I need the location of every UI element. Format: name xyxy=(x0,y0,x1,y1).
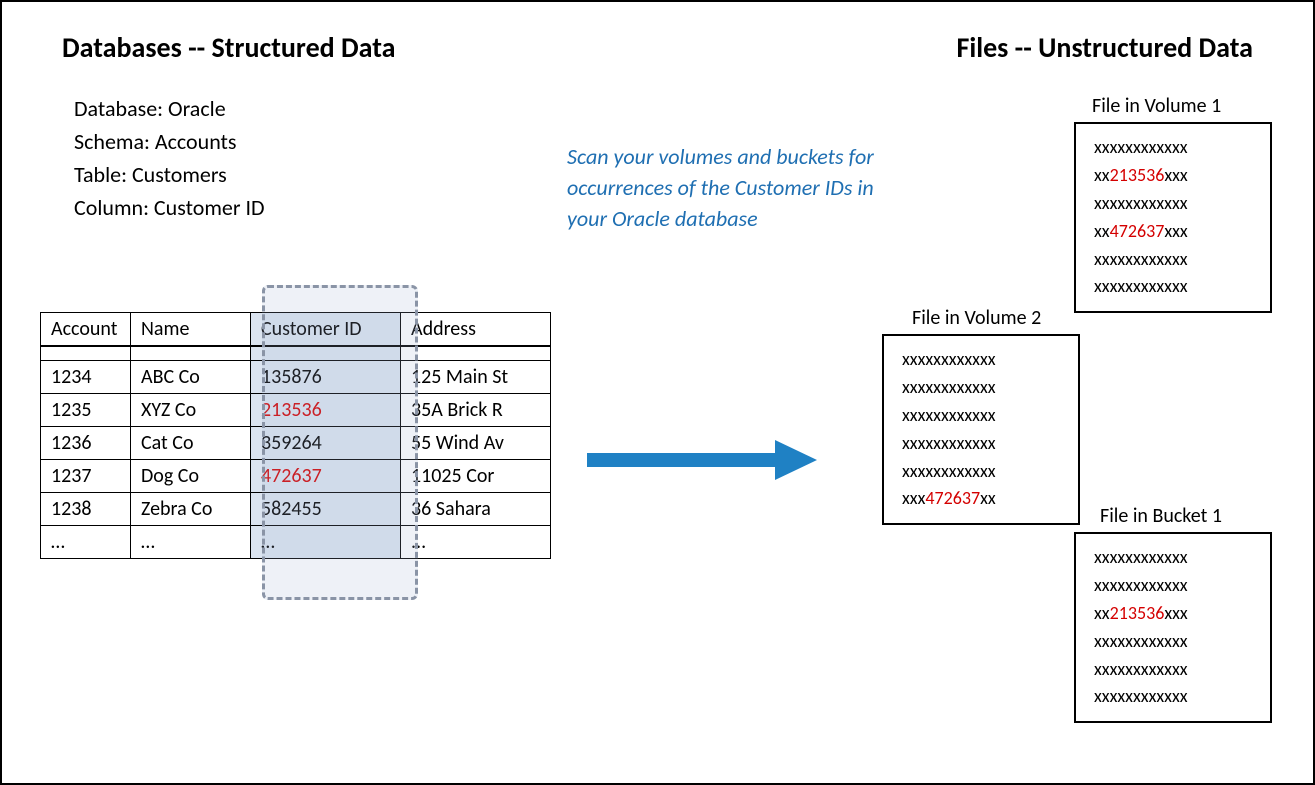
file-text: xx xyxy=(1094,164,1110,186)
file-text: xxxxxxxxxxxx xyxy=(1094,630,1188,652)
cell-customer-id: 135876 xyxy=(251,360,401,393)
file-line: xx213536xxx xyxy=(1094,162,1252,190)
file-text: xxx xyxy=(902,487,925,509)
heading-databases: Databases -- Structured Data xyxy=(62,30,395,65)
table-row: 1238 Zebra Co 582455 36 Sahara xyxy=(41,492,551,525)
customers-table-wrap: Account Name Customer ID Address 1234 AB… xyxy=(40,312,551,559)
col-name: Name xyxy=(131,313,251,347)
file-line: xxxxxxxxxxxx xyxy=(1094,134,1252,162)
cell-account: 1236 xyxy=(41,426,131,459)
cell-account: 1237 xyxy=(41,459,131,492)
cell-customer-id: 213536 xyxy=(251,393,401,426)
col-address: Address xyxy=(401,313,551,347)
file-line: xxxxxxxxxxxx xyxy=(1094,246,1252,274)
cell-address: ... xyxy=(401,525,551,558)
col-customer-id: Customer ID xyxy=(251,313,401,347)
file-text: xxxxxxxxxxxx xyxy=(1094,192,1188,214)
cell-customer-id: 359264 xyxy=(251,426,401,459)
matched-id: 213536 xyxy=(1110,602,1165,624)
matched-id: 472637 xyxy=(1110,220,1165,242)
col-account: Account xyxy=(41,313,131,347)
file-bucket1-box: xxxxxxxxxxxxxxxxxxxxxxxxxx213536xxxxxxxx… xyxy=(1074,532,1272,723)
customers-table: Account Name Customer ID Address 1234 AB… xyxy=(40,312,551,559)
file-line: xxxxxxxxxxxx xyxy=(1094,683,1252,711)
file-text: xx xyxy=(1094,220,1110,242)
file-text: xxxxxxxxxxxx xyxy=(1094,275,1188,297)
file-bucket1-label: File in Bucket 1 xyxy=(1100,504,1222,528)
cell-name: Zebra Co xyxy=(131,492,251,525)
file-text: xxx xyxy=(1164,220,1187,242)
cell-name: Cat Co xyxy=(131,426,251,459)
meta-table: Table: Customers xyxy=(74,158,265,191)
file-line: xxxxxxxxxxxx xyxy=(1094,656,1252,684)
cell-account: … xyxy=(41,525,131,558)
cell-address: 36 Sahara xyxy=(401,492,551,525)
file-line: xxxxxxxxxxxx xyxy=(1094,190,1252,218)
file-line: xxxxxxxxxxxx xyxy=(902,430,1060,458)
table-row: 1235 XYZ Co 213536 35A Brick R xyxy=(41,393,551,426)
file-line: xxxxxxxxxxxx xyxy=(902,346,1060,374)
file-text: xxxxxxxxxxxx xyxy=(902,460,996,482)
file-line: xxxxxxxxxxxx xyxy=(902,374,1060,402)
meta-database: Database: Oracle xyxy=(74,92,265,125)
file-line: xxxxxxxxxxxx xyxy=(1094,273,1252,301)
file-text: xxxxxxxxxxxx xyxy=(1094,658,1188,680)
file-line: xxxxxxxxxxxx xyxy=(902,402,1060,430)
table-header-row: Account Name Customer ID Address xyxy=(41,313,551,347)
file-line: xx472637xxx xyxy=(1094,218,1252,246)
scan-callout: Scan your volumes and buckets for occurr… xyxy=(567,142,877,234)
meta-schema: Schema: Accounts xyxy=(74,125,265,158)
table-row: 1237 Dog Co 472637 11025 Cor xyxy=(41,459,551,492)
cell-account: 1238 xyxy=(41,492,131,525)
file-text: xxxxxxxxxxxx xyxy=(1094,685,1188,707)
file-line: xxxxxxxxxxxx xyxy=(1094,628,1252,656)
file-line: xxxxxxxxxxxx xyxy=(902,458,1060,486)
cell-account: 1235 xyxy=(41,393,131,426)
file-text: xxxxxxxxxxxx xyxy=(1094,248,1188,270)
file-text: xxxxxxxxxxxx xyxy=(1094,574,1188,596)
file-text: xxxxxxxxxxxx xyxy=(902,376,996,398)
table-row: … … … ... xyxy=(41,525,551,558)
file-text: xxxxxxxxxxxx xyxy=(902,404,996,426)
file-line: xxx472637xx xyxy=(902,485,1060,513)
file-text: xx xyxy=(1094,602,1110,624)
file-line: xxxxxxxxxxxx xyxy=(1094,572,1252,600)
file-vol1-label: File in Volume 1 xyxy=(1092,94,1221,118)
arrow-icon xyxy=(587,440,817,486)
file-line: xx213536xxx xyxy=(1094,600,1252,628)
cell-name: XYZ Co xyxy=(131,393,251,426)
file-vol2-box: xxxxxxxxxxxxxxxxxxxxxxxxxxxxxxxxxxxxxxxx… xyxy=(882,334,1080,525)
cell-name: … xyxy=(131,525,251,558)
table-row: 1236 Cat Co 359264 55 Wind Av xyxy=(41,426,551,459)
file-text: xxxxxxxxxxxx xyxy=(902,432,996,454)
cell-account: 1234 xyxy=(41,360,131,393)
cell-customer-id: 472637 xyxy=(251,459,401,492)
cell-address: 11025 Cor xyxy=(401,459,551,492)
cell-name: Dog Co xyxy=(131,459,251,492)
file-text: xxxxxxxxxxxx xyxy=(1094,136,1188,158)
cell-address: 55 Wind Av xyxy=(401,426,551,459)
cell-customer-id: 582455 xyxy=(251,492,401,525)
table-spacer-row xyxy=(41,346,551,360)
diagram-frame: Databases -- Structured Data Files -- Un… xyxy=(0,0,1315,785)
file-text: xxx xyxy=(1164,602,1187,624)
matched-id: 213536 xyxy=(1110,164,1165,186)
file-text: xx xyxy=(980,487,996,509)
heading-files: Files -- Unstructured Data xyxy=(956,30,1253,65)
db-metadata: Database: Oracle Schema: Accounts Table:… xyxy=(74,92,265,224)
file-line: xxxxxxxxxxxx xyxy=(1094,544,1252,572)
file-vol1-box: xxxxxxxxxxxxxx213536xxxxxxxxxxxxxxxxx472… xyxy=(1074,122,1272,313)
matched-id: 472637 xyxy=(925,487,980,509)
table-row: 1234 ABC Co 135876 125 Main St xyxy=(41,360,551,393)
file-text: xxxxxxxxxxxx xyxy=(1094,546,1188,568)
file-text: xxx xyxy=(1164,164,1187,186)
cell-address: 125 Main St xyxy=(401,360,551,393)
cell-name: ABC Co xyxy=(131,360,251,393)
cell-customer-id: … xyxy=(251,525,401,558)
cell-address: 35A Brick R xyxy=(401,393,551,426)
file-text: xxxxxxxxxxxx xyxy=(902,348,996,370)
file-vol2-label: File in Volume 2 xyxy=(912,306,1041,330)
meta-column: Column: Customer ID xyxy=(74,191,265,224)
